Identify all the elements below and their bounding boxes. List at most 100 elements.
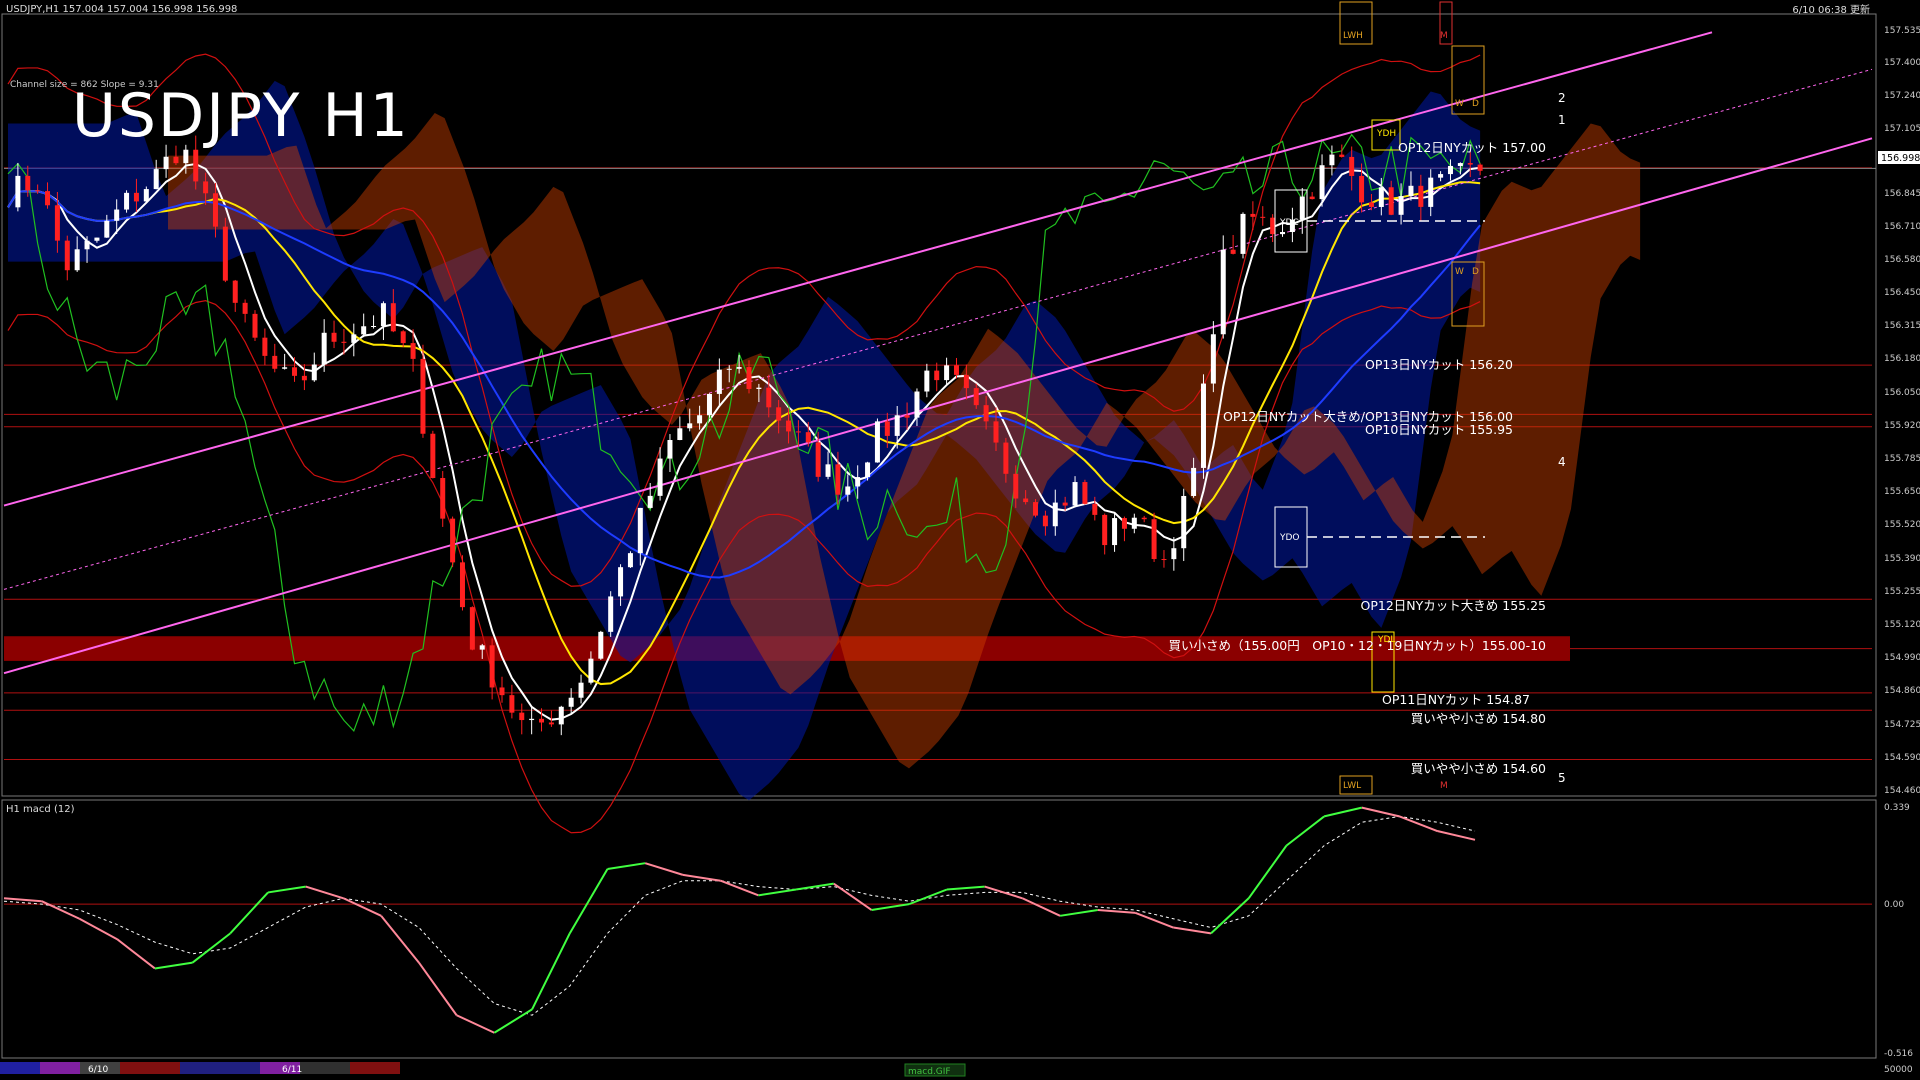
annotation-155-00-band: 買い小さめ（155.00円 OP10・12・19日NYカット）155.00-10 <box>1169 638 1547 653</box>
price-tick: 156.845 <box>1884 189 1920 199</box>
candle-body <box>1359 175 1365 203</box>
date-tab-6-10: 6/10 <box>88 1065 108 1075</box>
candle-body <box>716 369 722 394</box>
candle-body <box>934 370 940 381</box>
candle-body <box>54 205 60 241</box>
candle-body <box>1102 514 1108 546</box>
candle-body <box>173 156 179 164</box>
candle-body <box>450 518 456 563</box>
candle-body <box>657 458 663 496</box>
annotation-155-25: OP12日NYカット大きめ 155.25 <box>1361 598 1546 613</box>
candle-body <box>1181 495 1187 549</box>
price-tick: 154.990 <box>1884 653 1920 663</box>
candle-body <box>805 432 811 443</box>
candle-body <box>924 370 930 392</box>
candle-body <box>272 355 278 369</box>
candle-body <box>1013 473 1019 499</box>
candle-body <box>1052 502 1058 527</box>
candle-body <box>1329 154 1335 166</box>
candle-body <box>884 421 890 436</box>
wave-label-4: 4 <box>1558 455 1566 469</box>
price-tick: 155.120 <box>1884 620 1920 630</box>
candle-body <box>647 495 653 508</box>
price-tick: 155.650 <box>1884 487 1920 497</box>
macd-label: H1 macd (12) <box>6 804 75 815</box>
candle-body <box>371 325 377 327</box>
candle-body <box>1112 518 1118 546</box>
candle-body <box>1339 154 1345 157</box>
candle-body <box>1230 249 1236 254</box>
wave-label-5: 5 <box>1558 771 1566 785</box>
candle-body <box>163 156 169 170</box>
zone-label-ydo: YDO <box>1279 533 1300 543</box>
candle-body <box>1368 202 1374 207</box>
candle-body <box>1042 515 1048 527</box>
wave-label-1: 1 <box>1558 113 1566 127</box>
candle-body <box>1240 213 1246 254</box>
candle-body <box>1477 164 1483 171</box>
candle-body <box>1457 163 1463 166</box>
candle-body <box>440 478 446 519</box>
price-tick: 156.315 <box>1884 321 1920 331</box>
candle-body <box>776 407 782 421</box>
candle-body <box>1062 502 1068 506</box>
candle-body <box>143 189 149 202</box>
candle-body <box>726 368 732 370</box>
current-price-label: 156.998 <box>1881 153 1920 164</box>
candle-body <box>74 249 80 271</box>
candle-body <box>855 477 861 487</box>
candle-body <box>35 190 41 192</box>
candle-body <box>479 645 485 650</box>
candle-body <box>825 464 831 477</box>
candle-body <box>1151 519 1157 560</box>
candle-body <box>815 442 821 477</box>
candle-body <box>124 192 130 210</box>
candle-body <box>1428 177 1434 207</box>
candle-body <box>1200 383 1206 468</box>
candle-body <box>64 240 70 271</box>
candle-body <box>983 405 989 422</box>
candle-body <box>25 175 31 191</box>
zone-label-m-bottom: M <box>1440 781 1448 791</box>
candle-body <box>104 220 110 238</box>
candle-body <box>15 175 21 208</box>
price-tick: 155.520 <box>1884 520 1920 530</box>
candle-body <box>766 387 772 408</box>
price-tick: 155.785 <box>1884 454 1920 464</box>
annotation-154-80: 買いやや小さめ 154.80 <box>1411 711 1546 726</box>
candle-body <box>677 428 683 441</box>
candle-body <box>746 367 752 390</box>
candle-body <box>114 209 120 221</box>
candle-body <box>153 169 159 190</box>
annotation-155-95: OP10日NYカット 155.95 <box>1365 422 1513 437</box>
candle-body <box>874 421 880 463</box>
usdjpy-h1-chart: USDJPY,H1 157.004 157.004 156.998 156.99… <box>0 0 1920 1080</box>
candle-body <box>736 367 742 369</box>
price-tick: 154.725 <box>1884 720 1920 730</box>
price-tick: 156.180 <box>1884 354 1920 364</box>
candle-body <box>1438 174 1444 178</box>
candle-body <box>430 433 436 479</box>
candle-body <box>1260 216 1266 218</box>
candle-body <box>301 375 307 381</box>
candle-body <box>351 334 357 343</box>
candle-body <box>845 486 851 495</box>
candle-body <box>1072 482 1078 506</box>
price-tick: 156.580 <box>1884 255 1920 265</box>
candle-body <box>756 387 762 390</box>
date-tab-6-11: 6/11 <box>282 1065 302 1075</box>
candle-body <box>1131 517 1137 529</box>
candle-body <box>953 365 959 375</box>
wave-label-2: 2 <box>1558 91 1566 105</box>
candle-body <box>292 367 298 376</box>
zone-label-w-top: W <box>1455 99 1464 109</box>
zone-label-m-top: M <box>1440 31 1448 41</box>
candle-body <box>914 391 920 418</box>
candle-body <box>1161 559 1167 561</box>
symbol-line: USDJPY,H1 157.004 157.004 156.998 156.99… <box>6 4 237 15</box>
macd-tick: -0.516 <box>1884 1049 1913 1059</box>
candle-body <box>1141 517 1147 520</box>
candle-body <box>588 658 594 683</box>
candle-body <box>203 181 209 194</box>
candle-body <box>973 388 979 406</box>
